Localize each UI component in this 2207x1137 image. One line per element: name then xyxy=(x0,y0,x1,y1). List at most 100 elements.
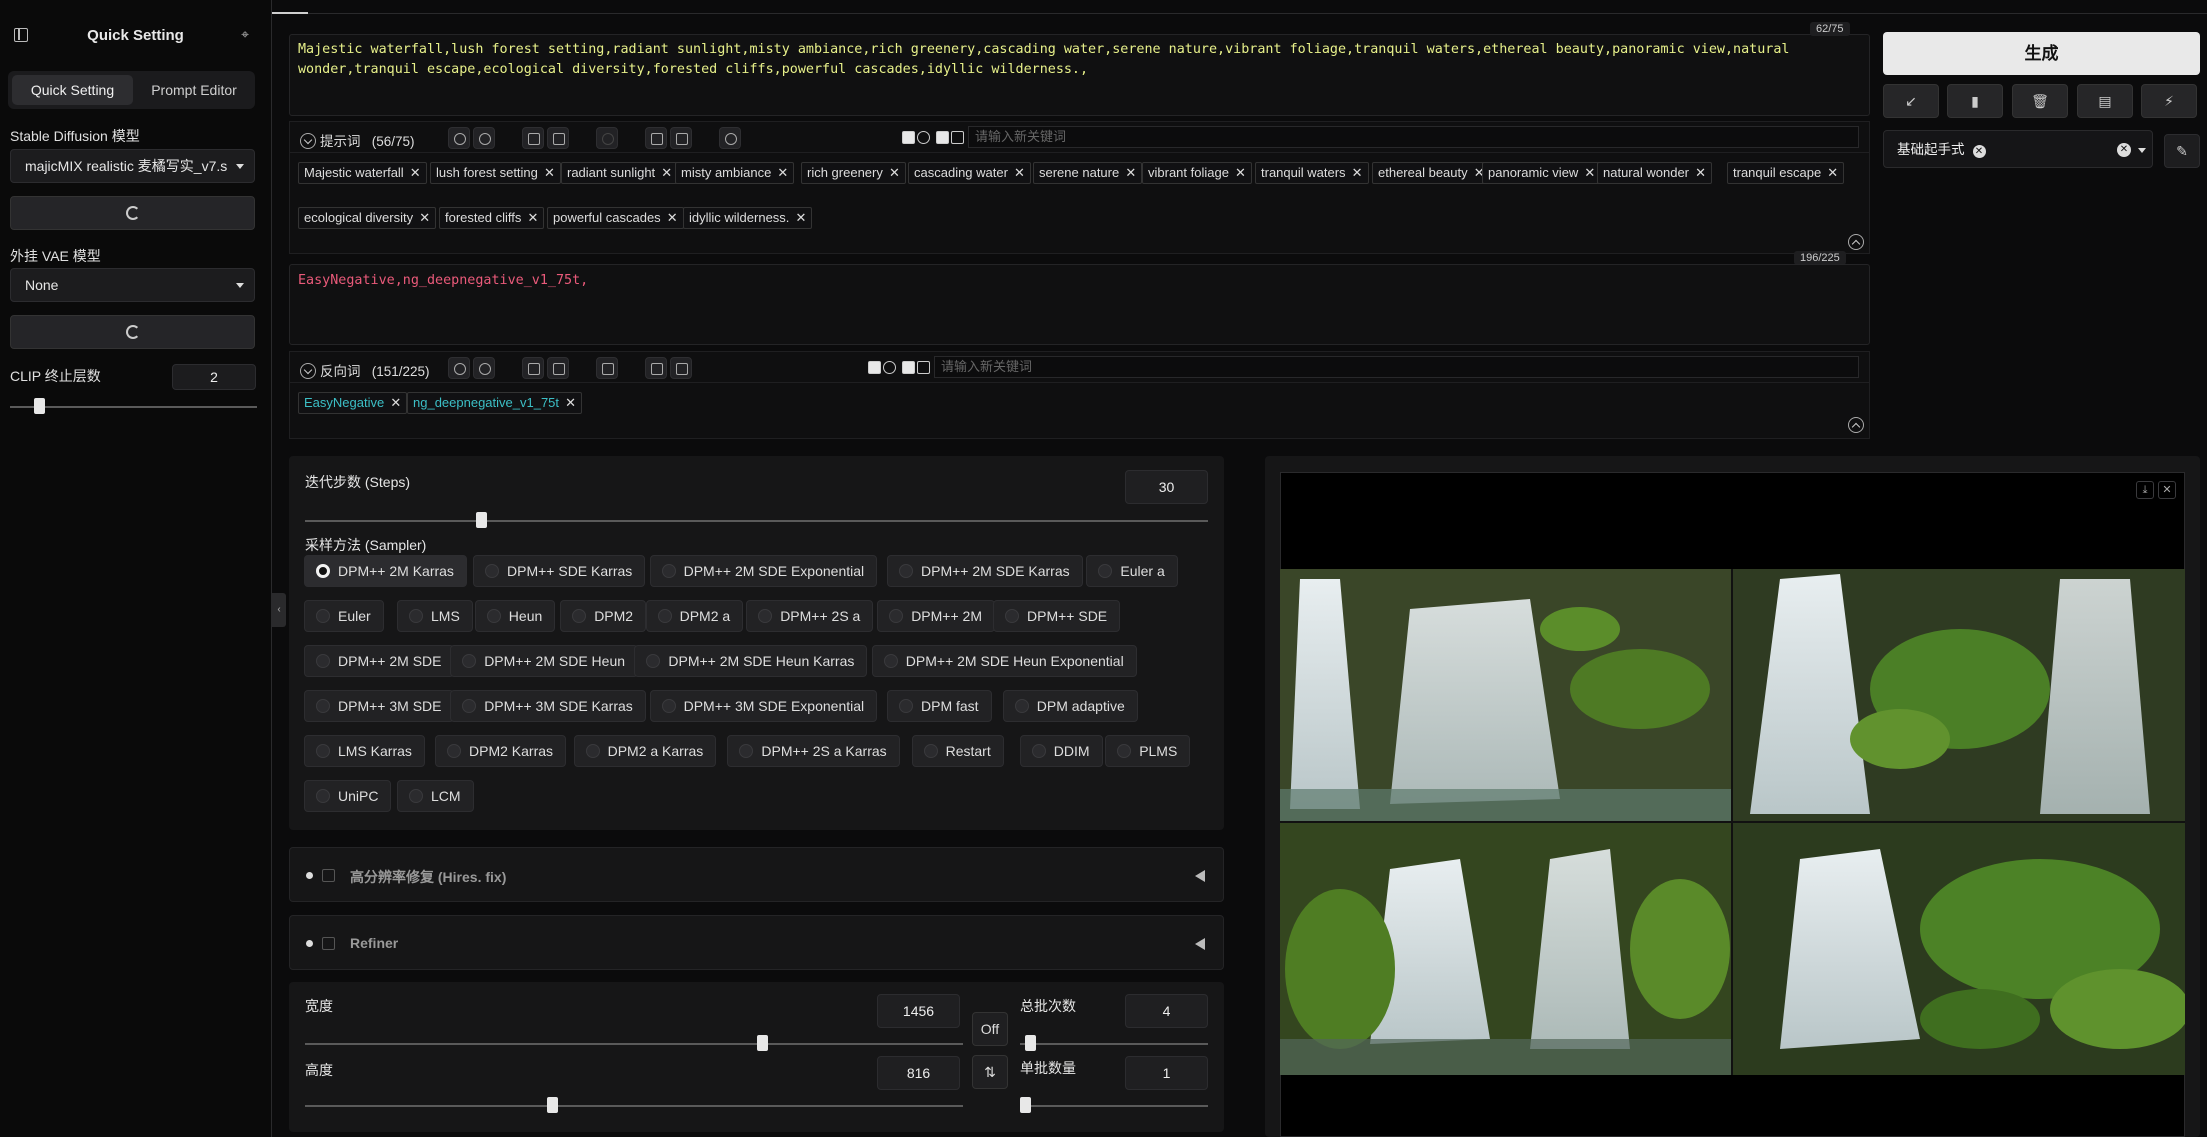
negative-prompt-textarea[interactable]: EasyNegative,ng_deepnegative_v1_75t, xyxy=(289,264,1870,345)
generated-image-grid[interactable] xyxy=(1280,569,2185,1075)
sampler-option[interactable]: LMS Karras xyxy=(304,735,425,767)
width-slider-thumb[interactable] xyxy=(757,1035,768,1051)
close-icon[interactable]: ✕ xyxy=(1014,163,1025,183)
prompt-tag[interactable]: serene nature ✕ xyxy=(1033,162,1143,184)
globe-icon[interactable] xyxy=(448,357,470,379)
gear-icon[interactable] xyxy=(473,127,495,149)
paste-button[interactable]: ▮ xyxy=(1947,84,2003,118)
extra-checkbox[interactable] xyxy=(951,131,964,144)
close-icon[interactable]: ✕ xyxy=(777,163,788,183)
sampler-option[interactable]: Euler xyxy=(304,600,384,632)
close-icon[interactable]: ✕ xyxy=(410,163,421,183)
auto-translate-checkbox[interactable] xyxy=(902,131,915,144)
extra-checkbox[interactable] xyxy=(917,361,930,374)
height-input[interactable]: 816 xyxy=(877,1056,960,1090)
batch-count-input[interactable]: 4 xyxy=(1125,994,1208,1028)
batch-size-slider-thumb[interactable] xyxy=(1020,1097,1031,1113)
auto-translate-checkbox[interactable] xyxy=(868,361,881,374)
sampler-option[interactable]: DPM2 Karras xyxy=(435,735,567,767)
sampler-option[interactable]: UniPC xyxy=(304,780,392,812)
close-icon[interactable]: ✕ xyxy=(1695,163,1706,183)
prompt-tag[interactable]: tranquil escape ✕ xyxy=(1727,162,1845,184)
prompt-tag[interactable]: vibrant foliage ✕ xyxy=(1142,162,1252,184)
tab-prompt-editor[interactable]: Prompt Editor xyxy=(137,75,251,105)
prompt-tag[interactable]: natural wonder ✕ xyxy=(1597,162,1712,184)
history-icon[interactable] xyxy=(522,127,544,149)
history-icon[interactable] xyxy=(522,357,544,379)
expand-triangle-icon[interactable] xyxy=(1195,938,1205,950)
sampler-option[interactable]: DPM++ 2M SDE Heun Karras xyxy=(634,645,868,677)
close-icon[interactable]: ✕ xyxy=(527,208,538,228)
close-icon[interactable]: ✕ xyxy=(1584,163,1595,183)
tab-quick-setting[interactable]: Quick Setting xyxy=(12,75,133,105)
sampler-option[interactable]: DPM++ 2M xyxy=(877,600,995,632)
close-icon[interactable]: ✕ xyxy=(419,208,430,228)
batch-size-input[interactable]: 1 xyxy=(1125,1056,1208,1090)
clear-prompt-button[interactable]: 🗑 xyxy=(2012,84,2068,118)
sampler-option[interactable]: DPM++ 2M SDE Heun Exponential xyxy=(871,645,1137,677)
sampler-option[interactable]: DPM adaptive xyxy=(1002,690,1138,722)
close-icon[interactable]: ✕ xyxy=(889,163,900,183)
sampler-option[interactable]: DPM2 xyxy=(560,600,647,632)
close-icon[interactable]: ✕ xyxy=(1125,163,1136,183)
close-icon[interactable]: ✕ xyxy=(2158,481,2176,499)
batch-size-slider-track[interactable] xyxy=(1020,1105,1208,1107)
prompt-tag[interactable]: tranquil waters ✕ xyxy=(1255,162,1369,184)
close-icon[interactable]: ✕ xyxy=(1352,163,1363,183)
vae-select[interactable]: None xyxy=(10,268,255,302)
close-icon[interactable]: ✕ xyxy=(796,208,807,228)
chevron-up-icon[interactable] xyxy=(1848,234,1864,250)
sampler-option[interactable]: Euler a xyxy=(1086,555,1178,587)
width-slider-track[interactable] xyxy=(305,1043,963,1045)
sampler-option[interactable]: DPM++ 2M SDE Karras xyxy=(887,555,1083,587)
pin-icon[interactable]: ⌖ xyxy=(241,26,249,43)
close-icon[interactable]: ✕ xyxy=(667,208,678,228)
width-input[interactable]: 1456 xyxy=(877,994,960,1028)
steps-slider-thumb[interactable] xyxy=(475,512,487,528)
prompt-tag[interactable]: ecological diversity ✕ xyxy=(298,207,437,229)
steps-input[interactable]: 30 xyxy=(1125,470,1208,504)
prompt-collapse-toggle[interactable]: 提示词 (56/75) xyxy=(300,130,415,150)
globe-icon[interactable] xyxy=(448,127,470,149)
bookmark-icon[interactable] xyxy=(547,357,569,379)
trash-icon[interactable] xyxy=(670,127,692,149)
gear-icon[interactable] xyxy=(473,357,495,379)
hires-fix-checkbox[interactable] xyxy=(322,869,335,882)
prompt-keyword-input[interactable]: 请输入新关键词 xyxy=(968,126,1859,148)
clip-skip-slider-thumb[interactable] xyxy=(34,398,45,414)
prompt-tag[interactable]: panoramic view ✕ xyxy=(1482,162,1602,184)
negative-keyword-input[interactable]: 请输入新关键词 xyxy=(934,356,1859,378)
close-icon[interactable]: ✕ xyxy=(544,163,555,183)
sampler-option[interactable]: DPM++ SDE xyxy=(993,600,1121,632)
download-icon[interactable]: ⤓ xyxy=(2136,481,2154,499)
sampler-option[interactable]: DPM++ 2S a xyxy=(746,600,874,632)
prompt-tag[interactable]: idyllic wilderness. ✕ xyxy=(683,207,813,229)
sampler-option[interactable]: DPM++ 3M SDE xyxy=(304,690,455,722)
chevron-up-icon[interactable] xyxy=(1848,417,1864,433)
sd-model-select[interactable]: majicMIX realistic 麦橘写实_v7.s xyxy=(10,149,255,183)
prompt-tag[interactable]: powerful cascades ✕ xyxy=(547,207,684,229)
sampler-option[interactable]: DDIM xyxy=(1019,735,1103,767)
clip-skip-slider-track[interactable] xyxy=(10,406,257,408)
style-chip[interactable]: 基础起手式 ✕ xyxy=(1897,140,1986,160)
edit-style-button[interactable]: ✎ xyxy=(2164,134,2200,168)
refresh-sd-model-button[interactable] xyxy=(10,196,255,230)
sampler-option[interactable]: DPM2 a Karras xyxy=(573,735,717,767)
prompt-tag[interactable]: misty ambiance ✕ xyxy=(675,162,795,184)
trash-icon[interactable] xyxy=(670,357,692,379)
weight-checkbox[interactable] xyxy=(936,131,949,144)
sampler-option[interactable]: DPM++ 3M SDE Karras xyxy=(450,690,646,722)
refiner-checkbox[interactable] xyxy=(322,937,335,950)
prompt-tag[interactable]: ethereal beauty ✕ xyxy=(1372,162,1491,184)
sampler-option[interactable]: DPM2 a xyxy=(645,600,744,632)
negative-tag[interactable]: ng_deepnegative_v1_75t ✕ xyxy=(407,392,583,414)
refiner-accordion[interactable]: Refiner xyxy=(289,915,1224,970)
sampler-option[interactable]: DPM++ 3M SDE Exponential xyxy=(649,690,878,722)
hires-off-button[interactable]: Off xyxy=(972,1012,1008,1046)
copy-icon[interactable] xyxy=(645,127,667,149)
sampler-option[interactable]: DPM++ 2M SDE xyxy=(304,645,455,677)
prompt-textarea[interactable]: Majestic waterfall,lush forest setting,r… xyxy=(289,34,1870,116)
close-icon[interactable]: ✕ xyxy=(565,393,576,413)
sampler-option[interactable]: Restart xyxy=(911,735,1004,767)
close-icon[interactable]: ✕ xyxy=(1972,145,1986,158)
